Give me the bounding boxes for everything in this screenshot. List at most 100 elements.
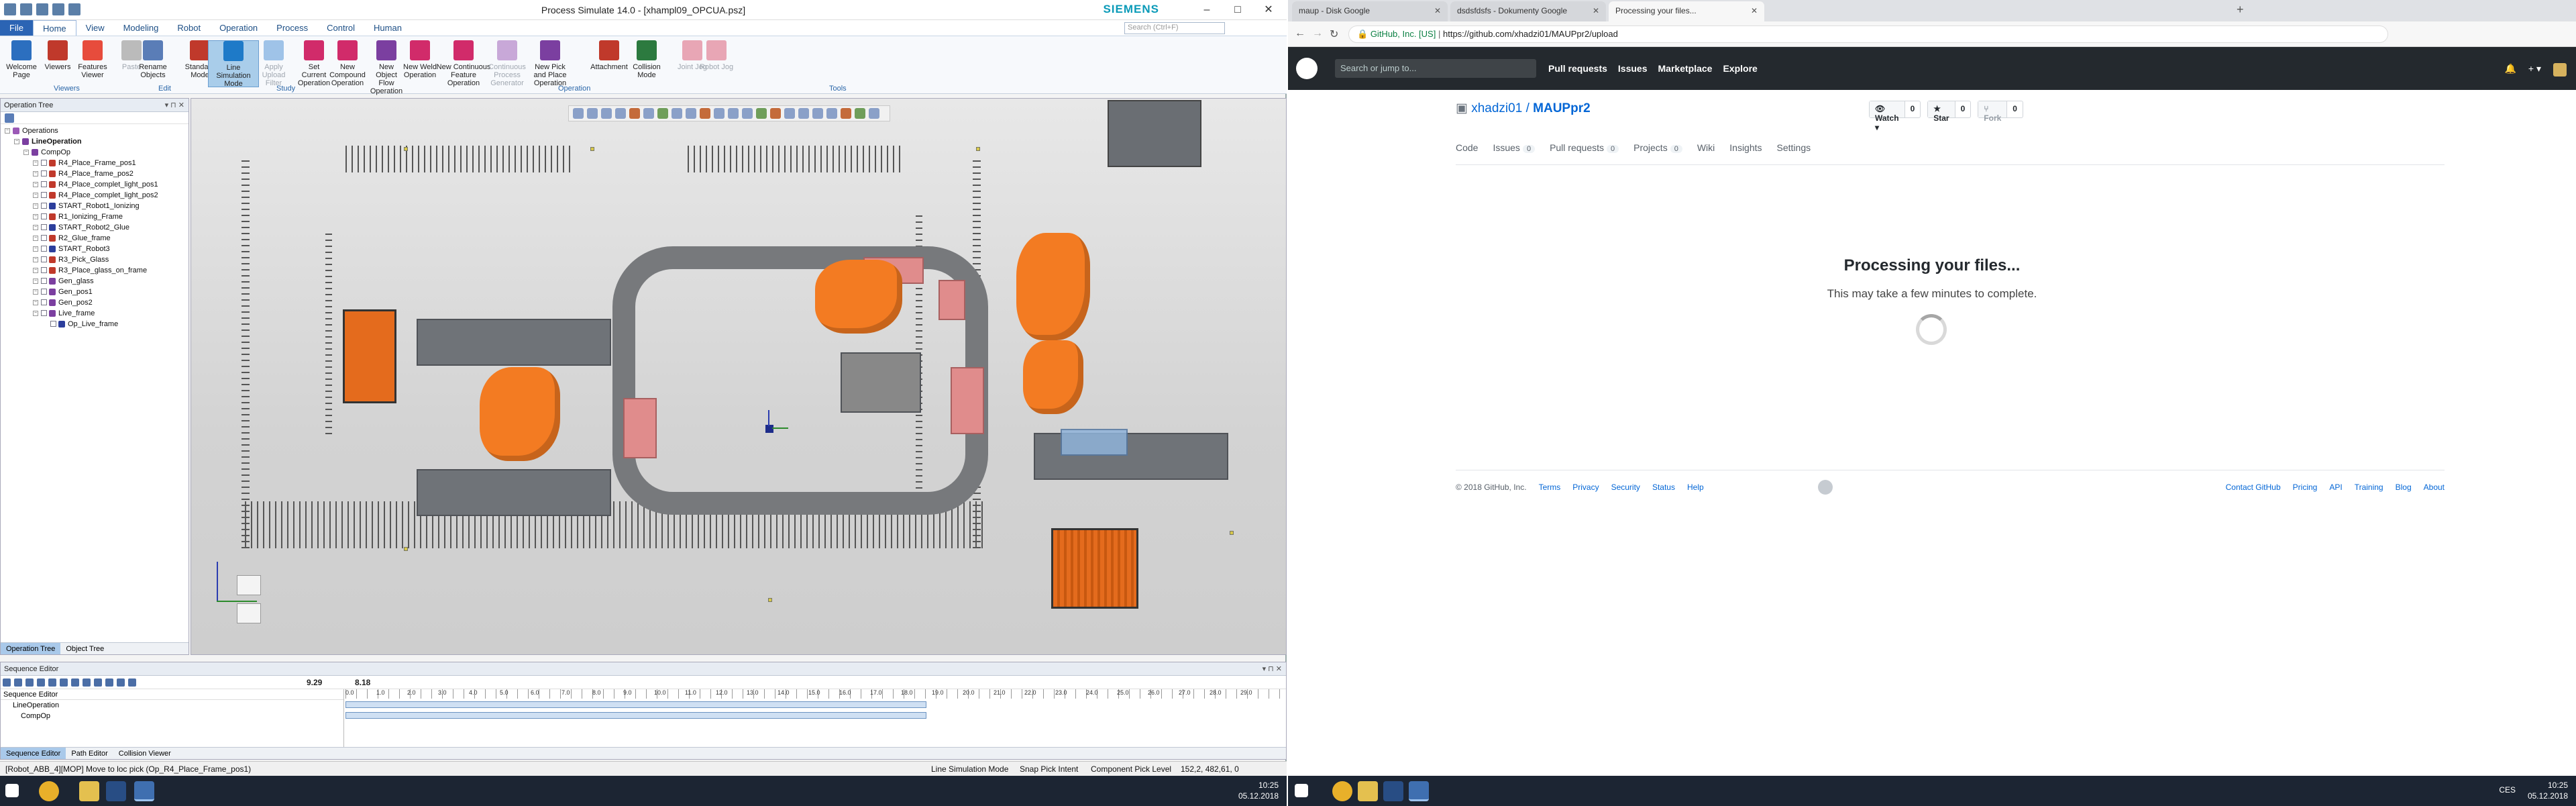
plus-icon[interactable]: + ▾ [2528, 63, 2541, 77]
sequence-row[interactable]: CompOp [1, 711, 343, 721]
expand-icon[interactable]: − [33, 257, 38, 262]
fit-icon[interactable] [25, 678, 34, 687]
step-back-icon[interactable] [71, 678, 79, 687]
tab-operation-tree[interactable]: Operation Tree [1, 643, 61, 654]
repo-owner[interactable]: xhadzi01 [1471, 101, 1522, 115]
process-simulate-icon[interactable] [1409, 781, 1429, 801]
menu-tab-control[interactable]: Control [317, 20, 364, 36]
ribbon-button-7[interactable]: Line Simulation Mode [208, 40, 259, 88]
sequence-row[interactable]: LineOperation [1, 700, 343, 711]
gantt-bar[interactable] [345, 701, 926, 708]
viewer-tool-icon[interactable] [826, 108, 837, 119]
new-tab-button[interactable]: + [2237, 3, 2244, 17]
tree-item[interactable]: − R4_Place_complet_light_pos1 [1, 179, 189, 190]
footer-link[interactable]: Status [1652, 483, 1675, 492]
repo-tab-pull-requests[interactable]: Pull requests 0 [1550, 138, 1619, 164]
tree-item[interactable]: − START_Robot2_Glue [1, 222, 189, 233]
rewind-icon[interactable] [60, 678, 68, 687]
checkbox[interactable] [41, 181, 47, 187]
viewer-tool-icon[interactable] [784, 108, 795, 119]
address-bar[interactable]: 🔒 GitHub, Inc. [US] | https://github.com… [1348, 26, 2388, 43]
star-button[interactable]: ★ Star 0 [1927, 101, 1972, 123]
expand-icon[interactable]: − [5, 128, 10, 134]
menu-tab-file[interactable]: File [0, 20, 33, 36]
expand-icon[interactable]: − [33, 279, 38, 284]
viewer-tool-icon[interactable] [615, 108, 626, 119]
checkbox[interactable] [41, 299, 47, 305]
viewer-tool-icon[interactable] [841, 108, 851, 119]
robot-3[interactable] [1016, 233, 1090, 340]
github-mark-icon[interactable] [1818, 480, 1833, 495]
nav-explore[interactable]: Explore [1723, 63, 1757, 74]
menu-tab-view[interactable]: View [76, 20, 114, 36]
start-icon[interactable] [1295, 784, 1308, 797]
tree-item[interactable]: − R4_Place_Frame_pos1 [1, 158, 189, 168]
checkbox[interactable] [41, 170, 47, 177]
tree-item[interactable]: Op_Live_frame [1, 319, 189, 330]
repo-tab-issues[interactable]: Issues 0 [1493, 138, 1536, 164]
repo-tab-wiki[interactable]: Wiki [1697, 138, 1715, 164]
viewer-tool-icon[interactable] [714, 108, 724, 119]
robot-4[interactable] [1023, 340, 1083, 414]
process-simulate-icon[interactable] [134, 781, 154, 801]
ribbon-button-3[interactable]: Features Viewer [74, 40, 111, 87]
close-button[interactable]: ✕ [1253, 1, 1284, 19]
unlink-icon[interactable] [48, 678, 56, 687]
viewer-tool-icon[interactable] [855, 108, 865, 119]
viewer-tool-icon[interactable] [643, 108, 654, 119]
ribbon-button-16[interactable]: Attachment [590, 40, 628, 87]
fast-forward-icon[interactable] [128, 678, 136, 687]
ribbon-button-8[interactable]: Apply Upload Filter [255, 40, 292, 87]
chrome-icon[interactable] [1332, 781, 1352, 801]
viewer-tool-icon[interactable] [672, 108, 682, 119]
forward-icon[interactable]: → [1312, 28, 1323, 40]
close-icon[interactable]: ✕ [1593, 6, 1599, 15]
viewer-tool-icon[interactable] [728, 108, 739, 119]
viewer-tool-icon[interactable] [700, 108, 710, 119]
search-input[interactable]: Search (Ctrl+F) [1124, 22, 1225, 34]
tree-item[interactable]: − START_Robot1_Ionizing [1, 201, 189, 211]
footer-link[interactable]: Privacy [1572, 483, 1599, 492]
menu-tab-process[interactable]: Process [267, 20, 317, 36]
ribbon-button-2[interactable]: Viewers [39, 40, 76, 87]
expand-icon[interactable]: − [33, 182, 38, 187]
checkbox[interactable] [50, 321, 56, 327]
tree-item[interactable]: − Gen_pos1 [1, 287, 189, 297]
play-icon[interactable] [105, 678, 113, 687]
menu-tab-modeling[interactable]: Modeling [114, 20, 168, 36]
nav-issues[interactable]: Issues [1618, 63, 1648, 74]
ribbon-button-15[interactable]: New Pick and Place Operation [531, 40, 569, 87]
checkbox[interactable] [41, 267, 47, 273]
repo-tab-projects[interactable]: Projects 0 [1633, 138, 1682, 164]
ribbon-button-11[interactable]: New Object Flow Operation [368, 40, 405, 95]
viewer-tool-icon[interactable] [686, 108, 696, 119]
back-icon[interactable]: ← [1295, 28, 1305, 40]
viewer-tool-icon[interactable] [812, 108, 823, 119]
tree-item[interactable]: − R4_Place_complet_light_pos2 [1, 190, 189, 201]
viewer-tool-icon[interactable] [573, 108, 584, 119]
viewer-tool-icon[interactable] [601, 108, 612, 119]
tree-item[interactable]: − R1_Ionizing_Frame [1, 211, 189, 222]
browser-tab[interactable]: maup - Disk Google ✕ [1292, 1, 1448, 21]
menu-tab-home[interactable]: Home [32, 20, 76, 36]
ribbon-button-17[interactable]: Collision Mode [628, 40, 665, 87]
checkbox[interactable] [41, 224, 47, 230]
checkbox[interactable] [41, 256, 47, 262]
tree-item[interactable]: − START_Robot3 [1, 244, 189, 254]
ribbon-button-10[interactable]: New Compound Operation [329, 40, 366, 87]
close-icon[interactable]: ▾ ⊓ ✕ [1263, 662, 1282, 676]
search-input[interactable]: Search or jump to... [1335, 59, 1536, 78]
tree-item[interactable]: − Live_frame [1, 308, 189, 319]
expand-icon[interactable]: − [33, 171, 38, 177]
expand-icon[interactable]: − [33, 225, 38, 230]
repo-tab-settings[interactable]: Settings [1777, 138, 1811, 164]
tree-filter-icon[interactable] [5, 113, 14, 123]
close-icon[interactable]: ✕ [1434, 6, 1441, 15]
viewer-tool-icon[interactable] [869, 108, 879, 119]
repo-tab-insights[interactable]: Insights [1729, 138, 1762, 164]
ribbon-button-5[interactable]: Rename Objects [134, 40, 172, 87]
tree-item[interactable]: − R3_Place_glass_on_frame [1, 265, 189, 276]
expand-icon[interactable]: − [33, 289, 38, 295]
start-icon[interactable] [5, 784, 19, 797]
fork-button[interactable]: ⑂ Fork 0 [1978, 101, 2023, 123]
